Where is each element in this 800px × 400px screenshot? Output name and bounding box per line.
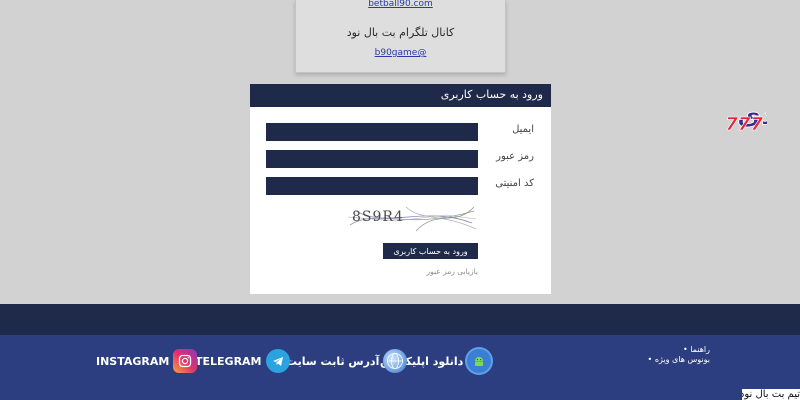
email-label: ایمیل [512, 124, 534, 135]
password-recovery-link[interactable]: بازیابی رمز عبور [400, 267, 479, 276]
password-label: رمز عبور [496, 151, 534, 162]
footer-link-guide[interactable]: راهنما [630, 345, 710, 355]
instagram-label: INSTAGRAM [96, 354, 170, 368]
login-submit-button[interactable]: ورود به حساب کاربری [383, 243, 478, 259]
captcha-image: 8S9R4 [346, 203, 478, 233]
fixed-address-label: آدرس ثابت سایت [286, 354, 380, 368]
password-row: رمز عبور [250, 150, 551, 168]
email-row: ایمیل [250, 123, 551, 141]
android-icon [467, 349, 492, 373]
site-link[interactable]: betball90.com [296, 0, 505, 9]
footer-link-special-bonuses[interactable]: بونوس های ویژه [630, 355, 710, 365]
security-code-row: کد امنیتی [250, 177, 551, 195]
footer-instagram[interactable]: INSTAGRAM [96, 349, 198, 373]
telegram-handle-link[interactable]: b90game@ [296, 48, 505, 58]
logo-777-badge: 777 [725, 114, 763, 135]
email-field[interactable] [266, 123, 478, 141]
footer-brand-text: تیم بت بال نود [742, 389, 800, 400]
login-panel: ورود به حساب کاربری ایمیل رمز عبور کد ام… [250, 84, 551, 294]
captcha-text: 8S9R4 [352, 209, 404, 225]
telegram-channel-card: betball90.com کانال تلگرام بت بال نود b9… [295, 0, 506, 73]
security-code-label: کد امنیتی [495, 178, 534, 189]
instagram-icon [173, 349, 198, 373]
telegram-label: TELEGRAM [195, 354, 262, 368]
password-field[interactable] [266, 150, 478, 168]
footer-fixed-address[interactable]: آدرس ثابت سایت [286, 349, 408, 373]
telegram-icon [265, 349, 290, 373]
brand-logo: شرط‌بندی 777 [725, 101, 767, 136]
telegram-channel-title: کانال تلگرام بت بال نود [346, 26, 455, 39]
footer-telegram[interactable]: TELEGRAM [195, 349, 290, 373]
footer-top-bar [0, 304, 800, 335]
security-code-field[interactable] [266, 177, 478, 195]
login-header: ورود به حساب کاربری [250, 84, 551, 107]
globe-icon [383, 349, 408, 373]
footer-links: راهنما بونوس های ویژه [630, 345, 710, 365]
